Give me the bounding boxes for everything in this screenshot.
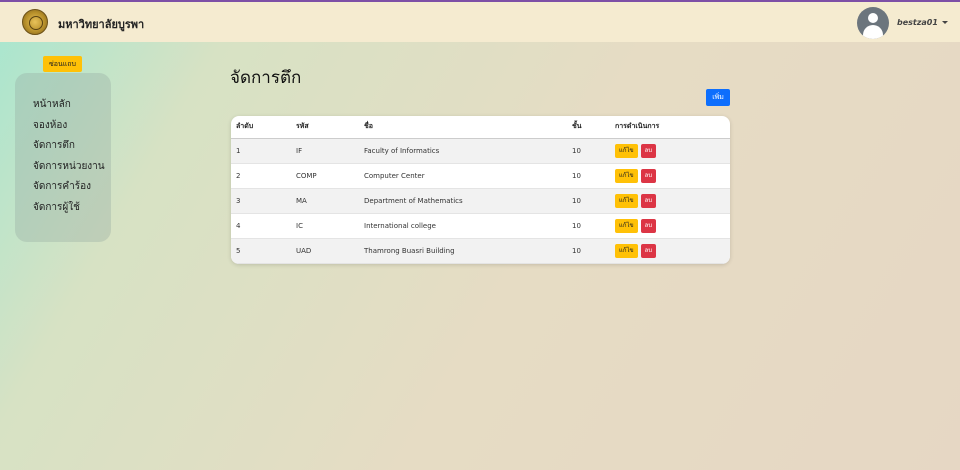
- sidebar-item-departments[interactable]: จัดการหน่วยงาน: [33, 159, 111, 180]
- edit-button[interactable]: แก้ไข: [615, 143, 638, 158]
- buildings-table-card: ลำดับ รหัส ชื่อ ชั้น การดำเนินการ 1 IF F…: [231, 116, 730, 264]
- column-header-floors: ชั้น: [567, 116, 610, 139]
- cell-name: Department of Mathematics: [359, 188, 567, 215]
- cell-floors: 10: [567, 213, 610, 240]
- cell-name: Faculty of Informatics: [359, 138, 567, 164]
- edit-button[interactable]: แก้ไข: [615, 193, 638, 208]
- delete-button[interactable]: ลบ: [640, 219, 657, 234]
- buildings-table: ลำดับ รหัส ชื่อ ชั้น การดำเนินการ 1 IF F…: [231, 116, 730, 264]
- cell-floors: 10: [567, 238, 610, 264]
- column-header-code: รหัส: [291, 116, 359, 139]
- user-avatar-icon[interactable]: [857, 7, 889, 39]
- cell-code: UAD: [291, 238, 359, 264]
- cell-actions: แก้ไข ลบ: [610, 188, 730, 215]
- table-row: 4 IC International college 10 แก้ไข ลบ: [231, 213, 730, 240]
- cell-order: 5: [231, 238, 291, 264]
- delete-button[interactable]: ลบ: [640, 168, 657, 183]
- sidebar-item-users[interactable]: จัดการผู้ใช้: [33, 200, 111, 221]
- sidebar-item-requests[interactable]: จัดการคำร้อง: [33, 179, 111, 200]
- add-building-button[interactable]: เพิ่ม: [706, 89, 730, 106]
- user-menu-toggle[interactable]: bestza01: [897, 18, 948, 27]
- table-row: 3 MA Department of Mathematics 10 แก้ไขล…: [231, 188, 730, 215]
- university-logo-icon[interactable]: [22, 9, 48, 35]
- delete-button[interactable]: ลบ: [640, 143, 657, 158]
- brand-name[interactable]: มหาวิทยาลัยบูรพา: [58, 15, 144, 33]
- column-header-name: ชื่อ: [359, 116, 567, 139]
- cell-order: 3: [231, 188, 291, 215]
- cell-code: IC: [291, 213, 359, 240]
- username-label: bestza01: [897, 18, 938, 27]
- cell-actions: แก้ไข ลบ: [610, 163, 730, 189]
- cell-code: MA: [291, 188, 359, 215]
- cell-order: 2: [231, 163, 291, 189]
- sidebar-item-home[interactable]: หน้าหลัก: [33, 97, 111, 118]
- edit-button[interactable]: แก้ไข: [615, 244, 638, 259]
- sidebar-item-buildings[interactable]: จัดการตึก: [33, 138, 111, 159]
- cell-order: 4: [231, 213, 291, 240]
- cell-actions: แก้ไข ลบ: [610, 238, 730, 264]
- delete-button[interactable]: ลบ: [640, 193, 657, 208]
- cell-name: Thamrong Buasri Building: [359, 238, 567, 264]
- column-header-order: ลำดับ: [231, 116, 291, 139]
- edit-button[interactable]: แก้ไข: [615, 168, 638, 183]
- table-header-row: ลำดับ รหัส ชื่อ ชั้น การดำเนินการ: [231, 116, 730, 139]
- sidebar: หน้าหลัก จองห้อง จัดการตึก จัดการหน่วยงา…: [15, 73, 111, 242]
- top-navbar: มหาวิทยาลัยบูรพา bestza01: [0, 0, 960, 42]
- cell-order: 1: [231, 138, 291, 164]
- cell-floors: 10: [567, 188, 610, 215]
- edit-button[interactable]: แก้ไข: [615, 219, 638, 234]
- sidebar-item-booking[interactable]: จองห้อง: [33, 118, 111, 139]
- delete-button[interactable]: ลบ: [640, 244, 657, 259]
- table-row: 1 IF Faculty of Informatics 10 แก้ไข ลบ: [231, 138, 730, 164]
- cell-floors: 10: [567, 138, 610, 164]
- hide-sidebar-button[interactable]: ซ่อนแถบ: [43, 56, 82, 72]
- table-row: 5 UAD Thamrong Buasri Building 10 แก้ไขล…: [231, 238, 730, 264]
- cell-code: IF: [291, 138, 359, 164]
- cell-name: International college: [359, 213, 567, 240]
- cell-actions: แก้ไข ลบ: [610, 213, 730, 240]
- page-title: จัดการตึก: [230, 68, 302, 88]
- cell-code: COMP: [291, 163, 359, 189]
- table-row: 2 COMP Computer Center 10 แก้ไข ลบ: [231, 163, 730, 189]
- cell-actions: แก้ไข ลบ: [610, 138, 730, 164]
- caret-down-icon: [941, 21, 948, 24]
- column-header-actions: การดำเนินการ: [610, 116, 730, 139]
- cell-floors: 10: [567, 163, 610, 189]
- cell-name: Computer Center: [359, 163, 567, 189]
